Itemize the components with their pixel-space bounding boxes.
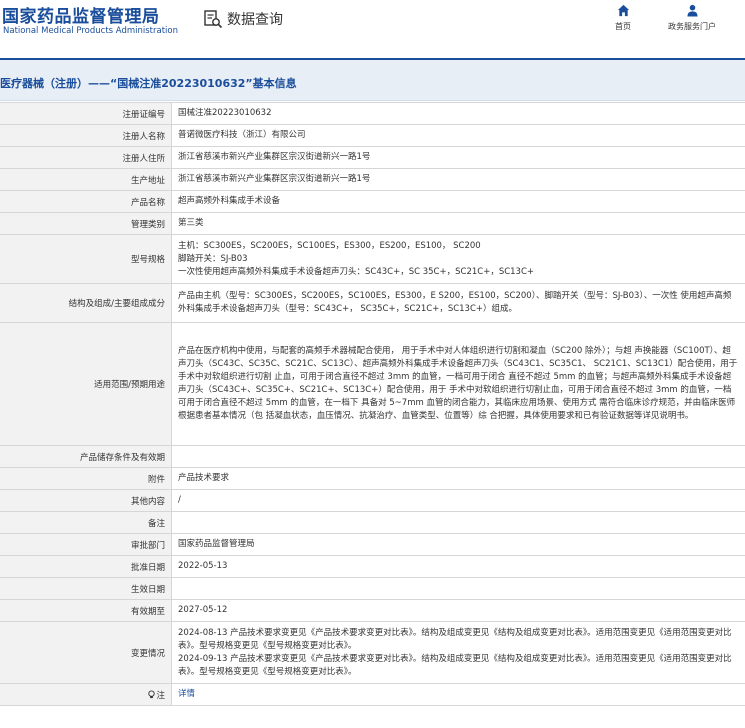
- table-row: 附件 产品技术要求: [0, 468, 745, 490]
- row-value: 普诺微医疗科技（浙江）有限公司: [172, 125, 745, 146]
- row-value-line: 产品由主机（型号：SC300ES，SC200ES，SC100ES，ES300，E…: [178, 291, 732, 314]
- table-row: 批准日期 2022-05-13: [0, 556, 745, 578]
- row-label: 附件: [0, 468, 172, 489]
- data-query-label: 数据查询: [227, 12, 283, 28]
- row-label: 型号规格: [0, 235, 172, 283]
- details-link[interactable]: 详情: [178, 688, 739, 701]
- row-value: 主机：SC300ES，SC200ES，SC100ES，ES300，ES200，E…: [172, 235, 745, 283]
- table-row: 变更情况 2024-08-13 产品技术要求变更见《产品技术要求变更对比表》。结构…: [0, 622, 745, 684]
- row-value-line: 2022-05-13: [178, 561, 228, 571]
- row-label: 结构及组成/主要组成成分: [0, 284, 172, 322]
- table-row: 注册证编号 国械注准20223010632: [0, 103, 745, 125]
- search-document-icon: [204, 10, 223, 29]
- table-row: 注册人名称 普诺微医疗科技（浙江）有限公司: [0, 125, 745, 147]
- table-row: 型号规格 主机：SC300ES，SC200ES，SC100ES，ES300，ES2…: [0, 235, 745, 284]
- table-row: 管理类别 第三类: [0, 213, 745, 235]
- row-value: 2027-05-12: [172, 600, 745, 621]
- row-value-line: 国械注准20223010632: [178, 108, 272, 118]
- row-value-line: /: [178, 495, 181, 505]
- row-label: 生效日期: [0, 578, 172, 599]
- row-label: 产品储存条件及有效期: [0, 446, 172, 467]
- home-icon: [617, 4, 629, 17]
- row-value-line: 2027-05-12: [178, 605, 228, 615]
- table-row: 产品名称 超声高频外科集成手术设备: [0, 191, 745, 213]
- row-value: 第三类: [172, 213, 745, 234]
- row-label: 注册人住所: [0, 147, 172, 168]
- site-logo-title[interactable]: 国家药品监督管理局: [2, 2, 160, 27]
- row-value: 超声高频外科集成手术设备: [172, 191, 745, 212]
- table-row: 备注: [0, 512, 745, 534]
- row-value: 产品在医疗机构中使用，与配套的高频手术器械配合使用， 用于手术中对人体组织进行切…: [172, 323, 745, 445]
- table-row: 生效日期: [0, 578, 745, 600]
- row-label: 生产地址: [0, 169, 172, 190]
- table-row: 生产地址 浙江省慈溪市新兴产业集群区宗汉街道新兴一路1号: [0, 169, 745, 191]
- table-row: 产品储存条件及有效期: [0, 446, 745, 468]
- row-value: 2024-08-13 产品技术要求变更见《产品技术要求变更对比表》。结构及组成变…: [172, 622, 745, 683]
- nav-home-label: 首页: [615, 22, 631, 31]
- row-label: 有效期至: [0, 600, 172, 621]
- lightbulb-icon: [148, 690, 156, 699]
- table-row: 注 详情: [0, 684, 745, 706]
- row-value-line: 脚踏开关：SJ-B03: [178, 253, 248, 264]
- row-label-text: 注: [156, 690, 165, 701]
- row-value-line: 一次性使用超声高频外科集成手术设备超声刀头：SC43C+，SC 35C+，SC2…: [178, 266, 535, 277]
- site-header: 国家药品监督管理局 National Medical Products Admi…: [0, 0, 745, 44]
- table-row: 有效期至 2027-05-12: [0, 600, 745, 622]
- breadcrumb-bar: 医疗器械（注册）——“国械注准20223010632”基本信息: [0, 60, 745, 101]
- row-value-line: 2024-08-13 产品技术要求变更见《产品技术要求变更对比表》。结构及组成变…: [178, 627, 732, 651]
- row-value-line: 产品技术要求: [178, 473, 230, 483]
- row-label: 注册证编号: [0, 103, 172, 124]
- row-value: 国械注准20223010632: [172, 103, 745, 124]
- row-label: 产品名称: [0, 191, 172, 212]
- table-row: 适用范围/预期用途 产品在医疗机构中使用，与配套的高频手术器械配合使用， 用于手术…: [0, 323, 745, 446]
- data-query-title: 数据查询: [203, 8, 283, 30]
- row-value-line: 浙江省慈溪市新兴产业集群区宗汉街道新兴一路1号: [178, 152, 371, 162]
- row-value: 浙江省慈溪市新兴产业集群区宗汉街道新兴一路1号: [172, 147, 745, 168]
- breadcrumb: 医疗器械（注册）——“国械注准20223010632”基本信息: [0, 77, 297, 90]
- nav-gov-portal-button[interactable]: 政务服务门户: [668, 4, 716, 32]
- nav-gov-portal-label: 政务服务门户: [668, 22, 716, 31]
- row-value: 国家药品监督管理局: [172, 534, 745, 555]
- row-value: 详情: [172, 684, 745, 705]
- table-row: 结构及组成/主要组成成分 产品由主机（型号：SC300ES，SC200ES，SC1…: [0, 284, 745, 323]
- row-value-line: 普诺微医疗科技（浙江）有限公司: [178, 130, 306, 140]
- row-value: /: [172, 490, 745, 511]
- row-value: 2022-05-13: [172, 556, 745, 577]
- row-label: 其他内容: [0, 490, 172, 511]
- row-label: 变更情况: [0, 622, 172, 683]
- nav-home-button[interactable]: 首页: [615, 4, 631, 32]
- row-value: 产品技术要求: [172, 468, 745, 489]
- row-label: 适用范围/预期用途: [0, 323, 172, 445]
- row-label: 审批部门: [0, 534, 172, 555]
- table-row: 审批部门 国家药品监督管理局: [0, 534, 745, 556]
- row-value-line: 产品在医疗机构中使用，与配套的高频手术器械配合使用， 用于手术中对人体组织进行切…: [178, 346, 738, 421]
- table-row: 注册人住所 浙江省慈溪市新兴产业集群区宗汉街道新兴一路1号: [0, 147, 745, 169]
- row-label: 注: [0, 684, 172, 705]
- row-value-line: 第三类: [178, 218, 204, 228]
- row-value: [172, 578, 745, 599]
- row-label: 备注: [0, 512, 172, 533]
- row-value-line: 2024-09-13 产品技术要求变更见《产品技术要求变更对比表》。结构及组成变…: [178, 653, 732, 677]
- info-table: 注册证编号 国械注准20223010632 注册人名称 普诺微医疗科技（浙江）有限公司…: [0, 102, 745, 706]
- row-label: 批准日期: [0, 556, 172, 577]
- row-value-line: 主机：SC300ES，SC200ES，SC100ES，ES300，ES200，E…: [178, 240, 481, 251]
- table-row: 其他内容 /: [0, 490, 745, 512]
- row-value: 浙江省慈溪市新兴产业集群区宗汉街道新兴一路1号: [172, 169, 745, 190]
- row-value-line: 超声高频外科集成手术设备: [178, 196, 281, 206]
- row-value: [172, 512, 745, 533]
- row-label: 管理类别: [0, 213, 172, 234]
- row-value-line: 国家药品监督管理局: [178, 539, 255, 549]
- site-logo-subtitle: National Medical Products Administration: [3, 26, 178, 36]
- row-value: 产品由主机（型号：SC300ES，SC200ES，SC100ES，ES300，E…: [172, 284, 745, 322]
- row-label: 注册人名称: [0, 125, 172, 146]
- row-value: [172, 446, 745, 467]
- row-value-line: 浙江省慈溪市新兴产业集群区宗汉街道新兴一路1号: [178, 174, 371, 184]
- user-icon: [686, 4, 698, 17]
